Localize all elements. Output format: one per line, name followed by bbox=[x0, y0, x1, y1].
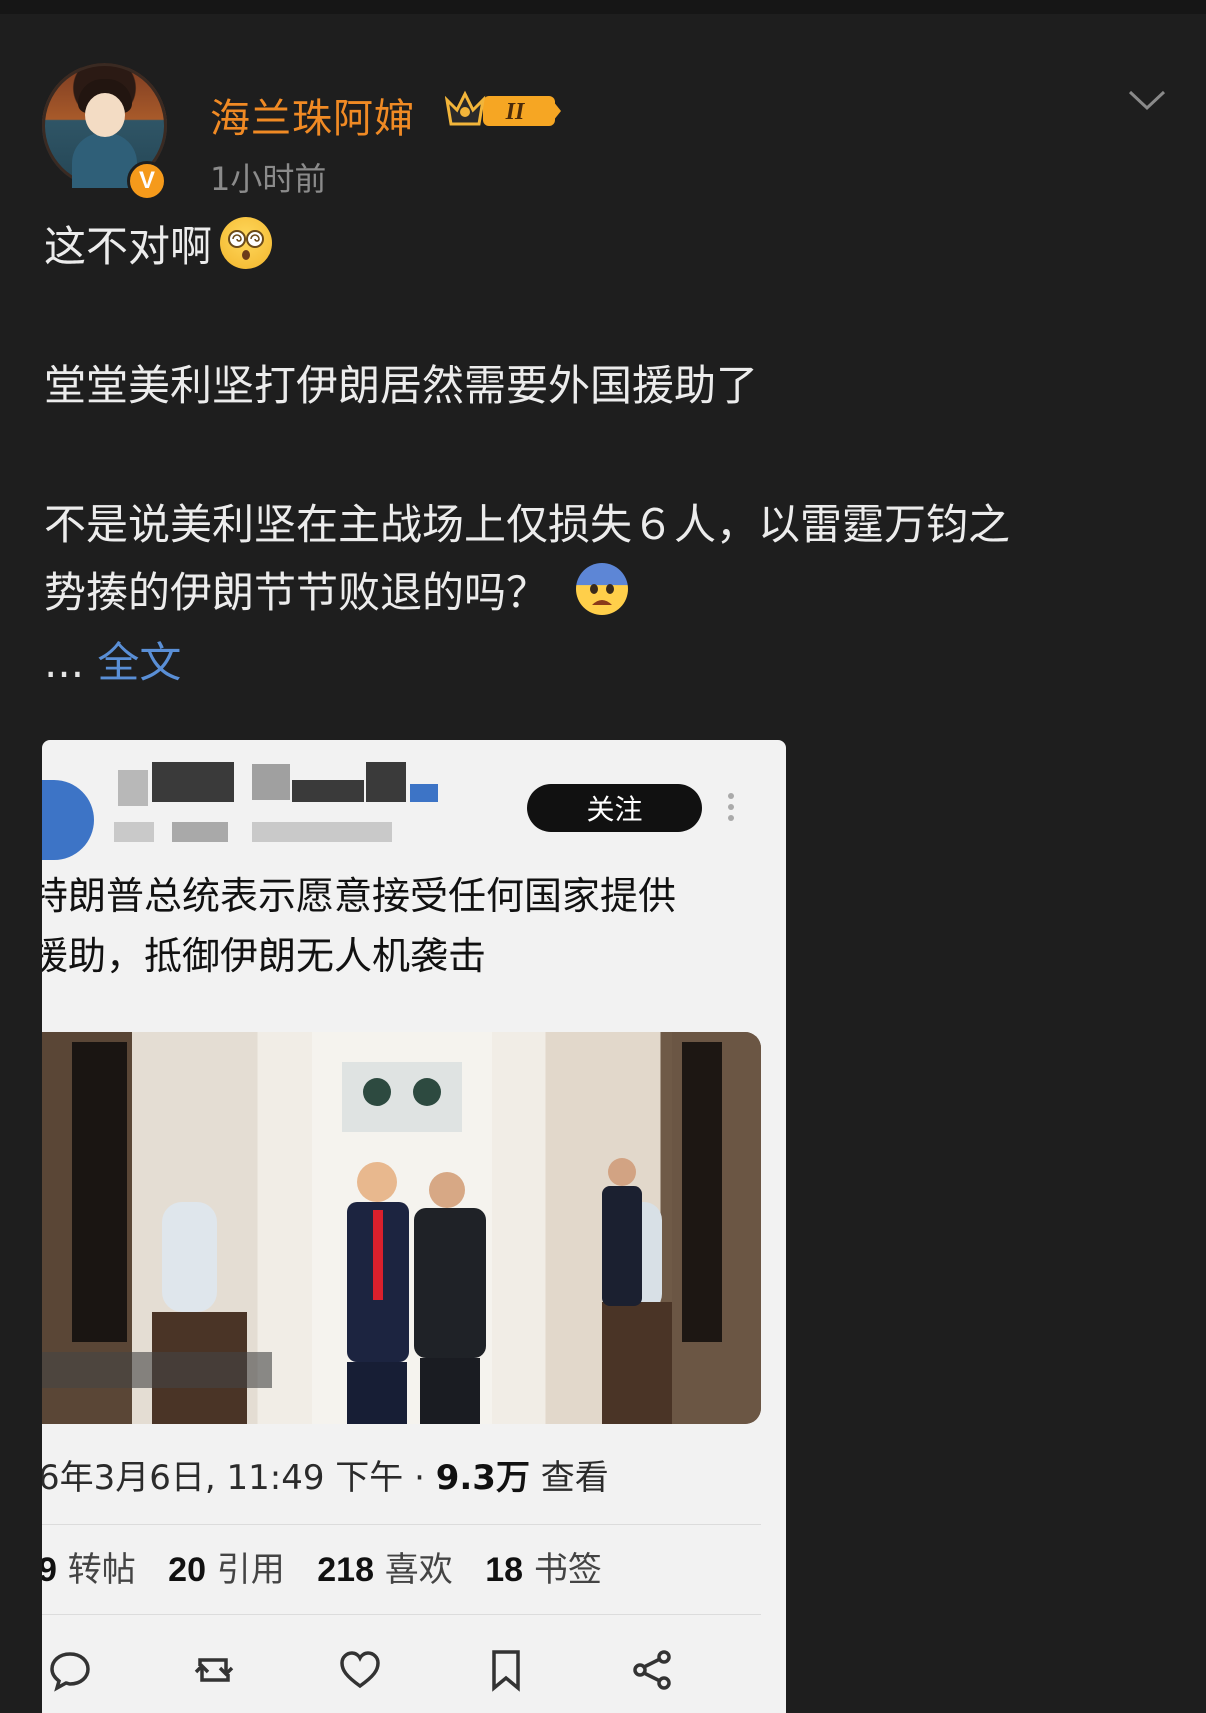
photo-scene bbox=[42, 1032, 761, 1424]
blurred-avatar bbox=[42, 780, 94, 860]
dizzy-face-emoji bbox=[220, 217, 273, 269]
likes-count: 218 bbox=[317, 1551, 374, 1589]
quotes-label: 引用 bbox=[206, 1550, 285, 1590]
post-line-4: 势揍的伊朗节节败退的吗？ bbox=[44, 559, 629, 627]
divider bbox=[42, 1524, 761, 1525]
blurred-name bbox=[118, 770, 148, 806]
post-line-2: 堂堂美利坚打伊朗居然需要外国援助了 bbox=[44, 361, 759, 410]
blurred-name-2 bbox=[152, 762, 234, 802]
read-more-ellipsis: ... bbox=[44, 638, 85, 687]
weibo-post: V 海兰珠阿婶 II 1小时前 这不对啊 堂堂美利坚打伊朗居然需要外国援助了 不… bbox=[0, 14, 1206, 1713]
read-more: ... 全文 bbox=[44, 629, 181, 697]
reply-icon bbox=[50, 1652, 90, 1692]
blurred-verified bbox=[410, 784, 438, 802]
reposts-count: 9 bbox=[42, 1551, 57, 1589]
verified-badge: V bbox=[127, 161, 167, 201]
bookmarks-count: 18 bbox=[485, 1551, 524, 1589]
bookmarks-label: 书签 bbox=[523, 1550, 602, 1590]
level-text: II bbox=[505, 99, 526, 125]
post-line-3: 不是说美利坚在主战场上仅损失６人，以雷霆万钧之 bbox=[44, 500, 1011, 549]
like-icon bbox=[340, 1651, 380, 1689]
share-icon bbox=[633, 1650, 671, 1690]
post-time: 1小时前 bbox=[210, 160, 327, 198]
quoted-meta: 6年3月6日, 11:49 下午 · 9.3万 查看 bbox=[42, 1450, 609, 1499]
chevron-down-icon[interactable] bbox=[1127, 86, 1167, 114]
follow-button[interactable]: 关注 bbox=[527, 784, 702, 832]
crown-level-icon[interactable]: II bbox=[445, 88, 563, 130]
reposts-label: 转帖 bbox=[56, 1550, 136, 1590]
quoted-title: 特朗普总统表示愿意接受任何国家提供 援助，抵御伊朗无人机袭击 bbox=[42, 866, 676, 986]
post-line-4-text: 势揍的伊朗节节败退的吗？ bbox=[44, 568, 549, 617]
likes-label: 喜欢 bbox=[373, 1550, 453, 1590]
blurred-handle-3 bbox=[252, 822, 392, 842]
post-line-1-text: 这不对啊 bbox=[44, 222, 213, 271]
blurred-handle-2 bbox=[172, 822, 228, 842]
top-strip bbox=[0, 0, 1206, 14]
post-line-1: 这不对啊 bbox=[44, 213, 273, 281]
avatar-face bbox=[85, 93, 125, 137]
read-more-link[interactable]: 全文 bbox=[97, 638, 181, 687]
quoted-title-line-1: 特朗普总统表示愿意接受任何国家提供 bbox=[42, 874, 677, 918]
fearful-face-emoji bbox=[576, 563, 629, 615]
quoted-stats: 9 转帖 20 引用 218 喜欢 18 书签 bbox=[42, 1542, 602, 1591]
quoted-image-card[interactable]: 关注 特朗普总统表示愿意接受任何国家提供 援助，抵御伊朗无人机袭击 6年3月6日… bbox=[42, 740, 786, 1713]
views-count: 9.3万 bbox=[435, 1458, 530, 1498]
blurred-name-4 bbox=[292, 780, 364, 802]
divider-2 bbox=[42, 1614, 761, 1615]
quoted-photo[interactable] bbox=[42, 1032, 761, 1424]
blurred-handle bbox=[114, 822, 154, 842]
bookmark-icon bbox=[492, 1650, 520, 1692]
quoted-date: 6年3月6日, 11:49 下午 · bbox=[42, 1458, 436, 1498]
repost-icon bbox=[194, 1658, 234, 1682]
author-name[interactable]: 海兰珠阿婶 bbox=[210, 86, 415, 144]
quotes-count: 20 bbox=[168, 1551, 206, 1589]
blurred-name-5 bbox=[366, 762, 406, 802]
blurred-name-3 bbox=[252, 764, 290, 800]
views-label: 查看 bbox=[529, 1458, 609, 1498]
more-vertical-icon[interactable] bbox=[727, 792, 735, 822]
quoted-title-line-2: 援助，抵御伊朗无人机袭击 bbox=[42, 934, 487, 978]
